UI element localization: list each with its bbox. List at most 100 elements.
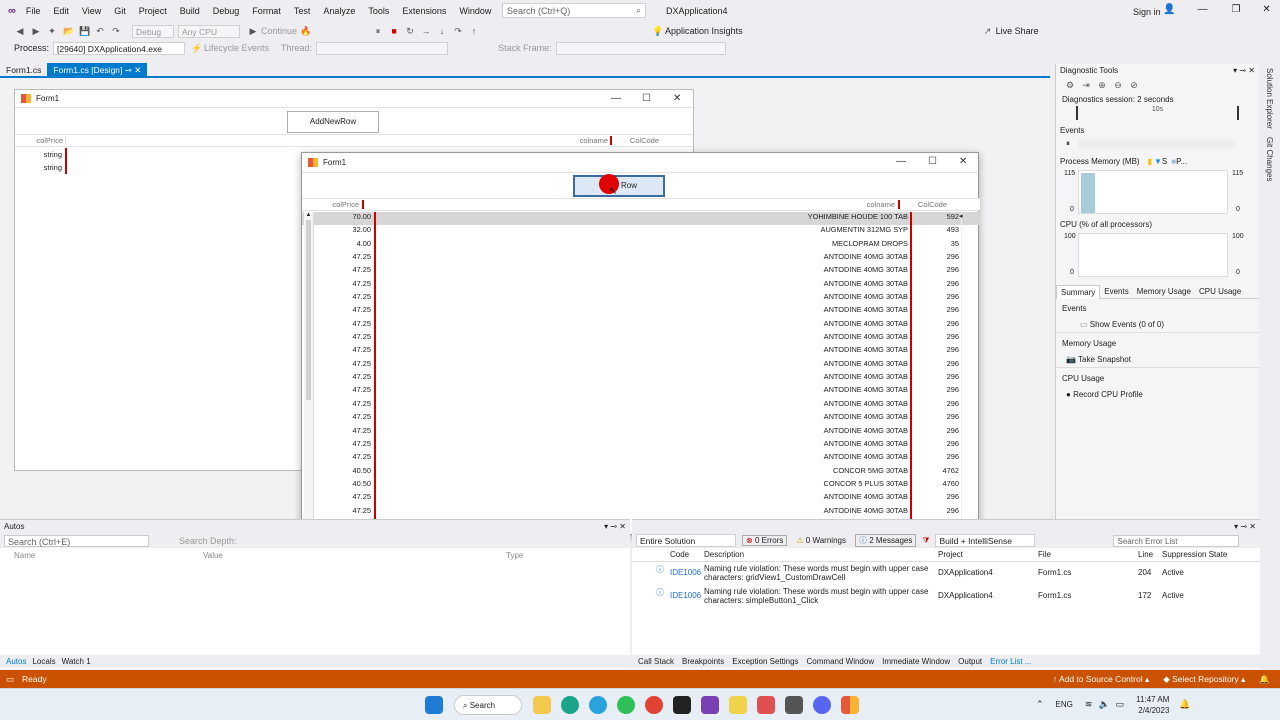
autos-window-icons[interactable]: ▾ ⊸ ✕ bbox=[604, 522, 626, 531]
cell-name[interactable]: CONCOR 5 PLUS 30TAB bbox=[376, 478, 912, 493]
recorder-icon[interactable] bbox=[757, 695, 775, 714]
tab-output[interactable]: Output bbox=[958, 657, 982, 666]
show-next-icon[interactable]: → bbox=[421, 26, 431, 36]
runtime-form-window[interactable]: Form1 — ☐ ✕ Row ↖ colPrice colname ColCo… bbox=[301, 152, 980, 535]
restore-button[interactable]: ❐ bbox=[1231, 4, 1240, 15]
cell-code[interactable]: 296 bbox=[912, 492, 962, 506]
grid-row[interactable]: 47.25 ANTODINE 40MG 30TAB 296 bbox=[302, 345, 980, 359]
show-events-link[interactable]: ▭ Show Events (0 of 0) bbox=[1056, 317, 1259, 333]
menu-item-debug[interactable]: Debug bbox=[213, 6, 240, 16]
cell-price[interactable]: 47.25 bbox=[314, 372, 376, 386]
cell-price[interactable]: 47.25 bbox=[314, 292, 376, 306]
cell-name[interactable]: ANTODINE 40MG 30TAB bbox=[376, 305, 912, 319]
tab-breakpoints[interactable]: Breakpoints bbox=[682, 657, 724, 666]
grid-row[interactable]: 47.25 ANTODINE 40MG 30TAB 296 bbox=[302, 318, 980, 333]
app-insights-icon[interactable]: 💡 bbox=[652, 26, 663, 36]
menu-item-git[interactable]: Git bbox=[114, 6, 126, 16]
error-search-input[interactable]: Search Error List bbox=[1113, 534, 1240, 547]
wifi-icon[interactable]: ≋ bbox=[1085, 699, 1093, 710]
cell-name[interactable]: ANTODINE 40MG 30TAB bbox=[376, 505, 912, 519]
tab-immediate-window[interactable]: Immediate Window bbox=[882, 657, 950, 666]
design-col-code[interactable]: ColCode bbox=[612, 136, 662, 145]
cell-price[interactable]: 47.25 bbox=[314, 265, 376, 279]
cell-name[interactable]: ANTODINE 40MG 30TAB bbox=[376, 438, 912, 453]
process-dropdown[interactable]: [29640] DXApplication4.exe bbox=[53, 41, 186, 55]
cell-price[interactable]: 40.50 bbox=[314, 465, 376, 479]
messages-filter[interactable]: ⓘ 2 Messages bbox=[854, 534, 917, 547]
app-icon[interactable] bbox=[785, 695, 803, 714]
live-share-icon[interactable]: ↗ bbox=[983, 26, 993, 36]
minimize-button[interactable]: — bbox=[1197, 4, 1207, 15]
cell-price[interactable]: 47.25 bbox=[314, 425, 376, 439]
error-row[interactable]: ⓘ IDE1006 Naming rule violation: These wor… bbox=[632, 562, 1260, 585]
cell-price[interactable]: 32.00 bbox=[314, 225, 376, 239]
grid-row[interactable]: 47.25 ANTODINE 40MG 30TAB 296 bbox=[302, 305, 980, 319]
back-icon[interactable]: ◀ bbox=[15, 26, 25, 36]
cell-name[interactable]: ANTODINE 40MG 30TAB bbox=[376, 412, 912, 426]
grid-row[interactable]: 32.00 AUGMENTIN 312MG SYP 493 bbox=[302, 225, 980, 239]
sign-in-link[interactable]: Sign in bbox=[1133, 7, 1161, 17]
menu-item-project[interactable]: Project bbox=[139, 6, 167, 16]
tab-locals[interactable]: Locals bbox=[32, 657, 55, 666]
repository-button[interactable]: ◆ Select Repository ▴ bbox=[1163, 674, 1245, 685]
export-icon[interactable]: ⇥ bbox=[1081, 80, 1091, 90]
cell-name[interactable]: ANTODINE 40MG 30TAB bbox=[376, 292, 912, 306]
save-icon[interactable]: 💾 bbox=[79, 26, 90, 36]
autos-col-name[interactable]: Name bbox=[0, 551, 203, 560]
open-icon[interactable]: 📂 bbox=[63, 26, 74, 36]
tab-autos[interactable]: Autos bbox=[6, 657, 26, 666]
cell-price[interactable]: 47.25 bbox=[314, 412, 376, 426]
add-new-row-button[interactable]: Row bbox=[573, 175, 665, 197]
source-control-button[interactable]: ↑ Add to Source Control ▴ bbox=[1053, 674, 1149, 685]
cell-price[interactable]: 4.00 bbox=[314, 238, 376, 253]
grid-row[interactable]: 47.25 ANTODINE 40MG 30TAB 296 bbox=[302, 372, 980, 386]
zoom-in-icon[interactable]: ⊕ bbox=[1097, 80, 1107, 90]
terminal-icon[interactable] bbox=[673, 695, 691, 714]
grid-row[interactable]: 47.25 ANTODINE 40MG 30TAB 296 bbox=[302, 505, 980, 519]
cell-price[interactable]: 40.50 bbox=[314, 478, 376, 493]
filter-icon[interactable]: ⧩ bbox=[922, 536, 929, 546]
error-row[interactable]: ⓘ IDE1006 Naming rule violation: These wor… bbox=[632, 585, 1260, 608]
forward-icon[interactable]: ▶ bbox=[31, 26, 41, 36]
cell-name[interactable]: ANTODINE 40MG 30TAB bbox=[376, 252, 912, 266]
cell-name[interactable]: ANTODINE 40MG 30TAB bbox=[376, 385, 912, 399]
continue-button[interactable]: Continue bbox=[261, 26, 297, 36]
cell-price[interactable]: 47.25 bbox=[314, 318, 376, 333]
restart-icon[interactable]: ↻ bbox=[405, 26, 415, 36]
menu-item-file[interactable]: File bbox=[26, 6, 41, 16]
taskbar-search[interactable]: ⌕ Search bbox=[454, 694, 522, 715]
grid-row[interactable]: 47.25 ANTODINE 40MG 30TAB 296 bbox=[302, 252, 980, 266]
grid-row[interactable]: 47.25 ANTODINE 40MG 30TAB 296 bbox=[302, 358, 980, 373]
cell-name[interactable]: CONCOR 5MG 30TAB bbox=[376, 465, 912, 479]
grid-row[interactable]: 40.50 CONCOR 5MG 30TAB 4762 bbox=[302, 465, 980, 479]
cell-price[interactable]: 47.25 bbox=[314, 345, 376, 359]
cell-name[interactable]: ANTODINE 40MG 30TAB bbox=[376, 425, 912, 439]
cell-code[interactable]: 296 bbox=[912, 505, 962, 519]
grid-row[interactable]: 47.25 ANTODINE 40MG 30TAB 296 bbox=[302, 278, 980, 293]
reset-view-icon[interactable]: ⊘ bbox=[1129, 80, 1139, 90]
autos-col-type[interactable]: Type bbox=[506, 551, 523, 560]
grid-row[interactable]: 4.00 MECLOPRAM DROPS 35 bbox=[302, 238, 980, 253]
cell-price[interactable]: 47.25 bbox=[314, 452, 376, 466]
cell-name[interactable]: AUGMENTIN 312MG SYP bbox=[376, 225, 912, 239]
grid-row[interactable]: 47.25 ANTODINE 40MG 30TAB 296 bbox=[302, 385, 980, 399]
step-over-icon[interactable]: ↷ bbox=[453, 26, 463, 36]
diag-window-icons[interactable]: ▾ ⊸ ✕ bbox=[1233, 66, 1255, 75]
pin-icon[interactable]: ⊸ bbox=[125, 65, 132, 75]
cell-code[interactable]: 592 bbox=[912, 212, 962, 226]
notification-center-icon[interactable]: 🔔 bbox=[1179, 699, 1190, 710]
cell-code[interactable]: 35 bbox=[912, 238, 962, 253]
hot-reload-icon[interactable]: 🔥 bbox=[300, 26, 311, 36]
step-into-icon[interactable]: ↓ bbox=[437, 26, 447, 36]
tab-exception-settings[interactable]: Exception Settings bbox=[732, 657, 798, 666]
stack-frame-dropdown[interactable] bbox=[555, 41, 726, 55]
cell-price[interactable]: 70.00 bbox=[314, 212, 376, 226]
tab-watch1[interactable]: Watch 1 bbox=[62, 657, 91, 666]
diag-tab-events[interactable]: Events bbox=[1100, 285, 1132, 298]
chrome-icon[interactable] bbox=[645, 695, 663, 714]
grid-row[interactable]: 47.25 ANTODINE 40MG 30TAB 296 bbox=[302, 438, 980, 453]
live-share-button[interactable]: Live Share bbox=[996, 26, 1039, 36]
settings-icon[interactable]: ⚙ bbox=[1065, 80, 1075, 90]
tray-chevron-icon[interactable]: ⌃ bbox=[1036, 699, 1044, 710]
diag-tab-cpu[interactable]: CPU Usage bbox=[1195, 285, 1245, 298]
